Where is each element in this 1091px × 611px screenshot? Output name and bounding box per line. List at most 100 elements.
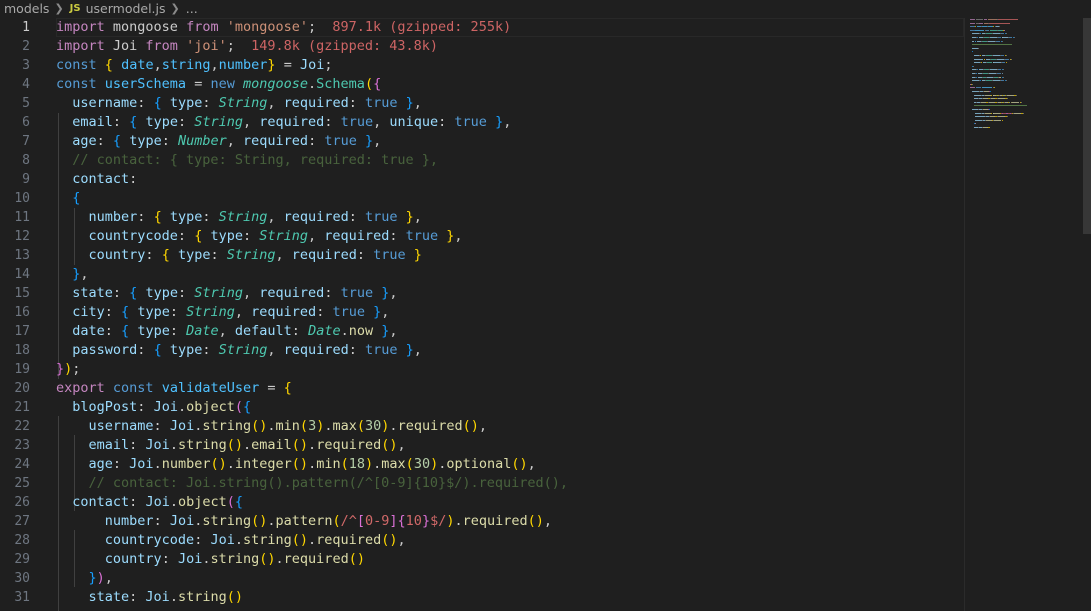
code-line[interactable]: 9 contact: [0,170,1091,189]
code-line[interactable]: 6 email: { type: String, required: true,… [0,113,1091,132]
code-text: number: { type: String, required: true }… [56,208,422,227]
code-token: () [291,437,309,453]
code-token: { [112,133,122,149]
code-token: min [316,456,341,472]
code-line[interactable]: 15 state: { type: String, required: true… [0,284,1091,303]
minimap-mark [970,22,976,24]
code-token: required [283,209,349,225]
code-token: type [137,304,170,320]
code-line[interactable]: 21 blogPost: Joi.object({ [0,398,1091,417]
code-token: Joi [177,551,203,567]
minimap-mark [997,69,1002,71]
code-line[interactable]: 10 { [0,189,1091,208]
code-text: export const validateUser = { [56,379,292,398]
line-number: 4 [22,77,30,92]
code-token: : [96,133,113,149]
code-line[interactable]: 13 country: { type: String, required: tr… [0,246,1091,265]
code-token: required [283,342,349,358]
code-token: , [397,532,406,548]
minimap-mark [1014,37,1015,38]
code-token: : [129,437,146,453]
code-token: : [153,513,170,529]
minimap-mark [989,29,997,31]
line-number: 15 [14,286,30,301]
line-number: 5 [22,96,30,111]
code-token: : [348,95,365,111]
code-line[interactable]: 14 }, [0,265,1091,284]
code-token: () [462,418,479,434]
code-token: true [324,133,357,149]
code-editor[interactable]: 1 import mongoose from 'mongoose'; 897.1k… [0,18,1091,611]
code-token: , [267,95,284,111]
breadcrumb-file[interactable]: usermodel.js [86,1,166,16]
code-token: 30 [365,418,382,434]
code-token: ; [308,19,333,35]
line-number: 14 [14,267,30,282]
code-token: : [348,209,365,225]
code-token: : [291,323,309,339]
code-token: Joi [169,418,195,434]
minimap-mark [994,119,1002,121]
code-line[interactable]: 31 state: Joi.string() [0,588,1091,607]
code-line[interactable]: 7 age: { type: Number, required: true }, [0,132,1091,151]
code-line[interactable]: 23 email: Joi.string().email().required(… [0,436,1091,455]
code-token: number [161,456,211,472]
code-text: { [56,189,80,208]
code-token: () [251,513,268,529]
code-line[interactable]: 29 country: Joi.string().required() [0,550,1091,569]
code-line[interactable]: 19}); [0,360,1091,379]
code-token: true [340,114,374,130]
code-line[interactable]: 26 contact: Joi.object({ [0,493,1091,512]
code-line[interactable]: 27 number: Joi.string().pattern(/^[0-9]{… [0,512,1091,531]
code-token: , [267,342,284,358]
code-token: : [104,304,122,320]
code-line[interactable]: 22 username: Joi.string().min(3).max(30)… [0,417,1091,436]
line-number: 1 [22,20,30,35]
code-line[interactable]: 28 countrycode: Joi.string().required(), [0,531,1091,550]
code-line[interactable]: 5 username: { type: String, required: tr… [0,94,1091,113]
code-token: String [218,209,268,225]
code-token: : [129,494,146,510]
breadcrumb-folder[interactable]: models [4,1,49,16]
code-line[interactable]: 24 age: Joi.number().integer().min(18).m… [0,455,1091,474]
code-token: } [56,361,65,377]
minimap-mark [971,44,1013,46]
code-token: true [364,209,398,225]
code-line[interactable]: 17 date: { type: Date, default: Date.now… [0,322,1091,341]
minimap-mark [1012,101,1020,103]
code-line[interactable]: 20 export const validateUser = { [0,379,1091,398]
code-text: countrycode: { type: String, required: t… [56,227,463,246]
minimap[interactable] [968,18,1080,138]
minimap-mark [976,76,978,78]
code-token: () [259,551,276,567]
code-token: type [169,95,203,111]
code-line[interactable]: 8 // contact: { type: String, required: … [0,151,1091,170]
code-token: , [389,285,398,301]
code-line[interactable]: 16 city: { type: String, required: true … [0,303,1091,322]
minimap-mark [1006,33,1007,35]
code-token: $/ [430,513,447,529]
code-line[interactable]: 18 password: { type: String, required: t… [0,341,1091,360]
code-line[interactable]: 30 }), [0,569,1091,588]
code-line[interactable]: 1 import mongoose from 'mongoose'; 897.1k… [0,18,1091,37]
code-line[interactable]: 12 countrycode: { type: String, required… [0,227,1091,246]
code-line[interactable]: 25 // contact: Joi.string().pattern(/^[0… [0,474,1091,493]
code-token: email [88,437,130,453]
code-line[interactable]: 11 number: { type: String, required: tru… [0,208,1091,227]
code-token: . [234,532,243,548]
code-token: country [88,247,146,263]
line-number: 25 [14,476,30,491]
code-token: : [348,342,365,358]
code-line[interactable]: 3 const { date,string,number} = Joi; [0,56,1091,75]
code-token: state [88,589,130,605]
line-number: 24 [14,457,30,472]
code-token: max [381,456,406,472]
scrollbar-thumb[interactable] [1083,18,1091,234]
breadcrumb-symbol[interactable]: ... [186,1,198,16]
code-text: countrycode: Joi.string().required(), [56,531,406,550]
code-line[interactable]: 4 const userSchema = new mongoose.Schema(… [0,75,1091,94]
code-line[interactable]: 2 import Joi from 'joi'; 149.8k (gzipped:… [0,37,1091,56]
minimap-mark [993,26,995,28]
